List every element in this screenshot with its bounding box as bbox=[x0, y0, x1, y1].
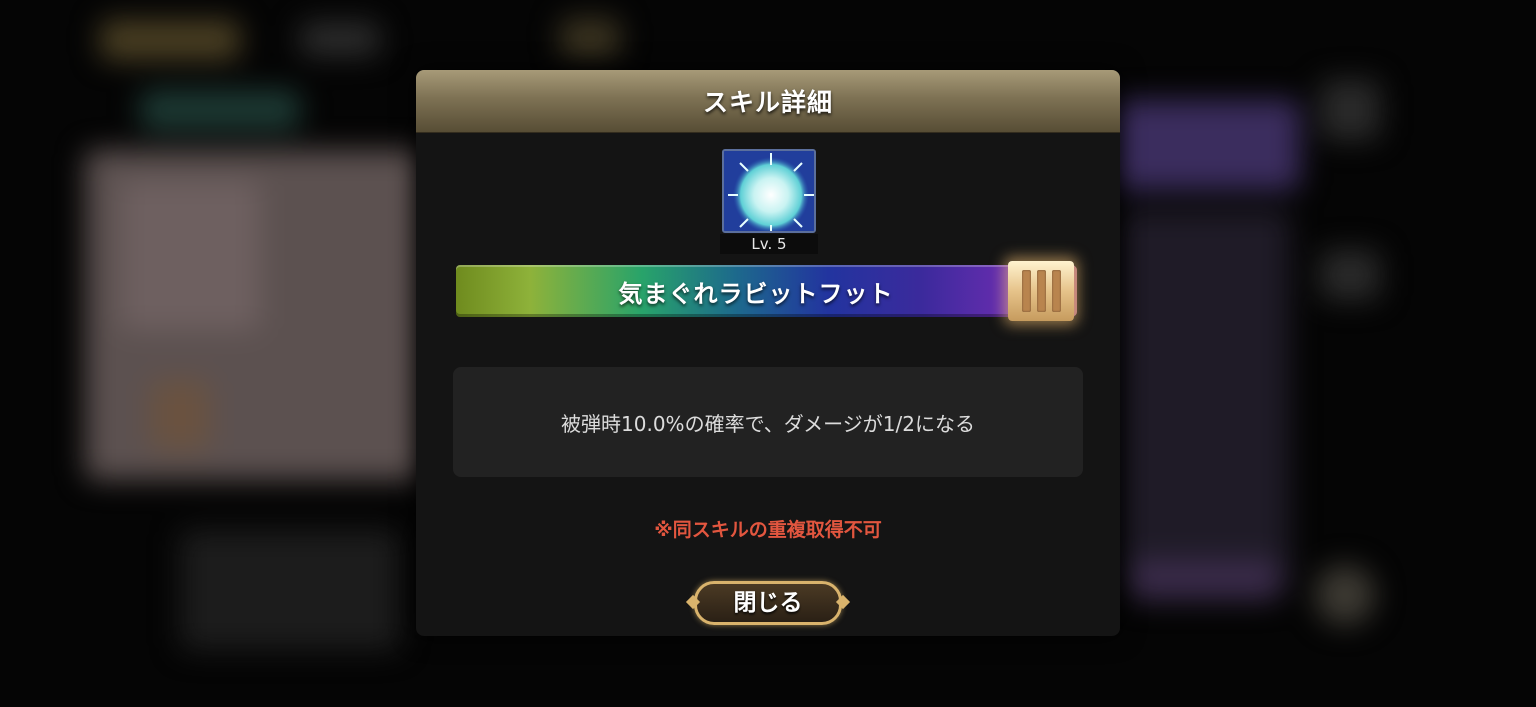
close-button-label: 閉じる bbox=[733, 590, 803, 616]
light-burst-icon bbox=[722, 149, 816, 233]
skill-name-bar: 気まぐれラビットフット bbox=[456, 265, 1076, 317]
game-screen: スキル詳細 Lv. 5 気まぐれラビットフット 被弾時10.0%の確率で、ダメー… bbox=[0, 0, 1536, 707]
dialog-header: スキル詳細 bbox=[416, 70, 1120, 133]
dialog-title: スキル詳細 bbox=[702, 88, 833, 117]
skill-icon-container: Lv. 5 bbox=[720, 149, 818, 255]
skill-detail-dialog: スキル詳細 Lv. 5 気まぐれラビットフット 被弾時10.0%の確率で、ダメー… bbox=[416, 70, 1120, 636]
close-button[interactable]: 閉じる bbox=[685, 581, 851, 625]
description-box: 被弾時10.0%の確率で、ダメージが1/2になる bbox=[453, 367, 1083, 477]
rank-three-bars-icon bbox=[1008, 261, 1074, 321]
skill-name: 気まぐれラビットフット bbox=[618, 279, 894, 308]
skill-level-label: Lv. 5 bbox=[720, 234, 818, 254]
duplicate-warning-note: ※同スキルの重複取得不可 bbox=[654, 519, 882, 541]
skill-description: 被弾時10.0%の確率で、ダメージが1/2になる bbox=[561, 411, 975, 436]
